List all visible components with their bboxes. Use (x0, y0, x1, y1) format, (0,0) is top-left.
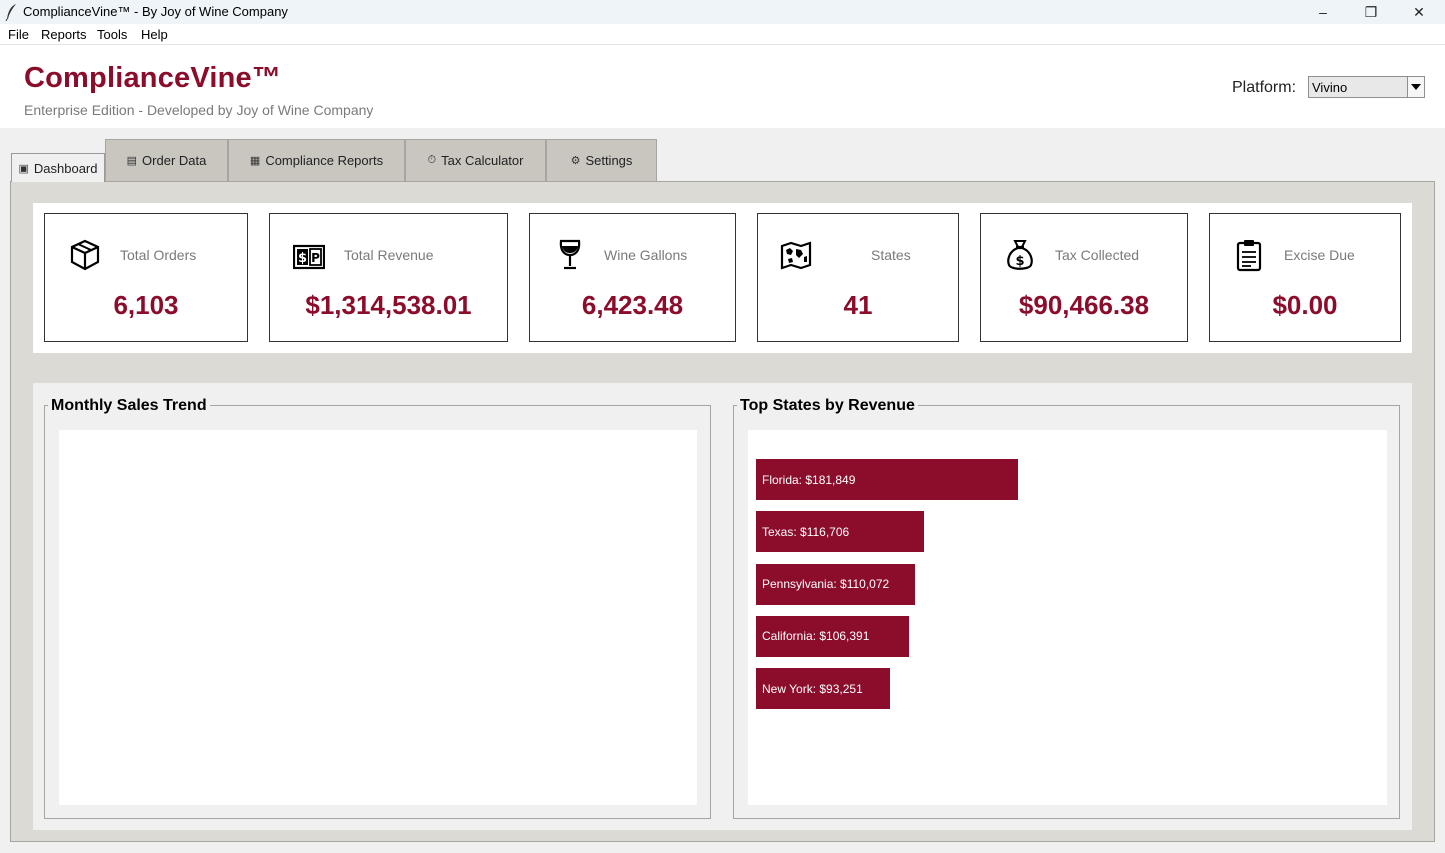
svg-text:$: $ (298, 251, 307, 266)
wine-glass-icon (559, 239, 581, 270)
tab-label: Tax Calculator (441, 153, 524, 168)
state-revenue-bar: Texas: $116,706 (756, 511, 924, 553)
package-icon (70, 239, 100, 271)
tab-label: Dashboard (33, 160, 98, 176)
state-revenue-bar: Florida: $181,849 (756, 459, 1018, 500)
tab-compliance-reports[interactable]: ▦ Compliance Reports (228, 139, 405, 181)
chevron-down-icon[interactable] (1407, 77, 1424, 97)
menu-help[interactable]: Help (141, 27, 168, 42)
menu-tools[interactable]: Tools (97, 27, 127, 42)
stat-card-states: States 41 (757, 213, 959, 342)
svg-text:$: $ (1015, 254, 1024, 269)
minimize-button[interactable]: – (1300, 0, 1346, 24)
tab-label: Compliance Reports (265, 153, 384, 168)
stat-label: Total Revenue (344, 247, 434, 263)
map-icon (780, 241, 812, 270)
menu-reports[interactable]: Reports (41, 27, 87, 42)
tab-tax-calculator[interactable]: ⏱ Tax Calculator (405, 139, 546, 181)
state-revenue-bar: California: $106,391 (756, 615, 909, 657)
stat-value: 6,103 (113, 290, 179, 320)
stat-label: Total Orders (120, 247, 197, 263)
monthly-sales-title: Monthly Sales Trend (48, 397, 210, 415)
stat-card-wine-gallons: Wine Gallons 6,423.48 (529, 213, 736, 342)
app-header: ComplianceVine™ Enterprise Edition - Dev… (0, 45, 1445, 128)
stat-value: $0.00 (1272, 290, 1338, 320)
tab-settings[interactable]: ⚙ Settings (546, 139, 657, 181)
clipboard-icon (1236, 240, 1262, 272)
dashboard-icon: ▣ (18, 162, 29, 175)
tab-label: Settings (585, 153, 633, 168)
monthly-sales-canvas (59, 430, 697, 805)
stat-label: Excise Due (1284, 247, 1355, 263)
stat-card-excise-due: Excise Due $0.00 (1209, 213, 1401, 342)
platform-value: Vivino (1312, 80, 1348, 95)
window-title: ComplianceVine™ - By Joy of Wine Company (23, 4, 288, 19)
stat-label: States (871, 247, 911, 263)
report-icon: ▦ (249, 155, 261, 167)
menu-file[interactable]: File (8, 27, 29, 42)
cash-register-icon: $ P (293, 244, 325, 270)
menu-bar: File Reports Tools Help (0, 24, 1445, 45)
gear-icon: ⚙ (570, 155, 581, 167)
order-data-icon: ▤ (126, 155, 138, 167)
top-states-title: Top States by Revenue (737, 397, 918, 415)
state-revenue-bar: Pennsylvania: $110,072 (756, 563, 915, 605)
stat-value: 6,423.48 (581, 290, 684, 320)
stat-label: Wine Gallons (604, 247, 688, 263)
brand-subtitle: Enterprise Edition - Developed by Joy of… (24, 102, 374, 118)
tab-dashboard[interactable]: ▣ Dashboard (11, 153, 105, 182)
quill-icon (5, 4, 16, 21)
top-states-canvas: Florida: $181,849 Texas: $116,706 Pennsylv… (748, 430, 1387, 805)
platform-select[interactable]: Vivino (1308, 76, 1425, 98)
brand-title: ComplianceVine™ (24, 62, 282, 94)
svg-text:P: P (311, 251, 320, 265)
stat-value: $1,314,538.01 (305, 290, 472, 320)
platform-label: Platform: (1232, 79, 1297, 96)
tab-label: Order Data (142, 153, 207, 168)
stat-value: $90,466.38 (1018, 290, 1150, 320)
stat-label: Tax Collected (1055, 247, 1140, 263)
state-revenue-bar: New York: $93,251 (756, 668, 890, 710)
maximize-button[interactable]: ❐ (1348, 0, 1394, 24)
stat-card-total-revenue: $ P Total Revenue $1,314,538.01 (269, 213, 508, 342)
stat-card-tax-collected: $ Tax Collected $90,466.38 (980, 213, 1188, 342)
stat-card-total-orders: Total Orders 6,103 (44, 213, 248, 342)
stopwatch-icon: ⏱ (427, 154, 437, 166)
money-bag-icon: $ (1007, 240, 1033, 270)
stat-value: 41 (843, 290, 873, 320)
title-bar: ComplianceVine™ - By Joy of Wine Company… (0, 0, 1445, 24)
tab-order-data[interactable]: ▤ Order Data (105, 139, 228, 181)
close-button[interactable]: ✕ (1396, 0, 1442, 24)
